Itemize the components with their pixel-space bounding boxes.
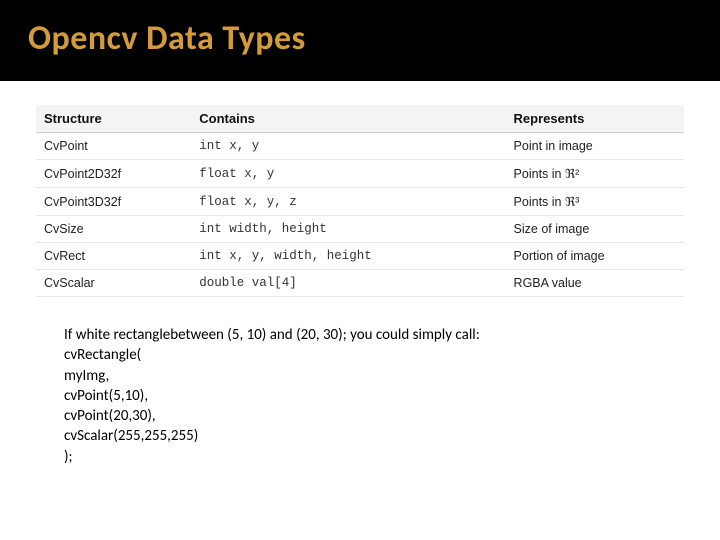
table-row: CvPoint3D32f float x, y, z Points in ℜ³ <box>36 188 684 216</box>
cell-structure: CvPoint <box>36 133 191 160</box>
cell-repr: Points in ℜ³ <box>506 188 684 216</box>
code-line: cvScalar(255,255,255) <box>64 426 720 446</box>
cell-contains: float x, y, z <box>191 188 505 216</box>
cell-repr: RGBA value <box>506 270 684 297</box>
table-row: CvSize int width, height Size of image <box>36 216 684 243</box>
datatypes-table-wrap: Structure Contains Represents CvPoint in… <box>36 105 684 297</box>
example-code: If white rectanglebetween (5, 10) and (2… <box>64 325 720 467</box>
cell-contains: float x, y <box>191 160 505 188</box>
code-line: cvPoint(5,10), <box>64 386 720 406</box>
code-line: cvPoint(20,30), <box>64 406 720 426</box>
cell-contains: int x, y, width, height <box>191 243 505 270</box>
cell-repr: Portion of image <box>506 243 684 270</box>
table-row: CvPoint int x, y Point in image <box>36 133 684 160</box>
code-line: myImg, <box>64 366 720 386</box>
th-contains: Contains <box>191 105 505 133</box>
table-row: CvPoint2D32f float x, y Points in ℜ² <box>36 160 684 188</box>
cell-structure: CvPoint3D32f <box>36 188 191 216</box>
code-line: If white rectanglebetween (5, 10) and (2… <box>64 325 720 345</box>
slide: Opencv Data Types Structure Contains Rep… <box>0 0 720 540</box>
code-line: ); <box>64 447 720 467</box>
cell-contains: double val[4] <box>191 270 505 297</box>
slide-title: Opencv Data Types <box>0 0 720 81</box>
cell-structure: CvPoint2D32f <box>36 160 191 188</box>
datatypes-table: Structure Contains Represents CvPoint in… <box>36 105 684 297</box>
th-structure: Structure <box>36 105 191 133</box>
th-represents: Represents <box>506 105 684 133</box>
cell-repr: Size of image <box>506 216 684 243</box>
cell-contains: int width, height <box>191 216 505 243</box>
cell-structure: CvRect <box>36 243 191 270</box>
table-row: CvRect int x, y, width, height Portion o… <box>36 243 684 270</box>
cell-repr: Point in image <box>506 133 684 160</box>
table-header-row: Structure Contains Represents <box>36 105 684 133</box>
cell-structure: CvScalar <box>36 270 191 297</box>
cell-contains: int x, y <box>191 133 505 160</box>
cell-structure: CvSize <box>36 216 191 243</box>
cell-repr: Points in ℜ² <box>506 160 684 188</box>
table-row: CvScalar double val[4] RGBA value <box>36 270 684 297</box>
code-line: cvRectangle( <box>64 345 720 365</box>
